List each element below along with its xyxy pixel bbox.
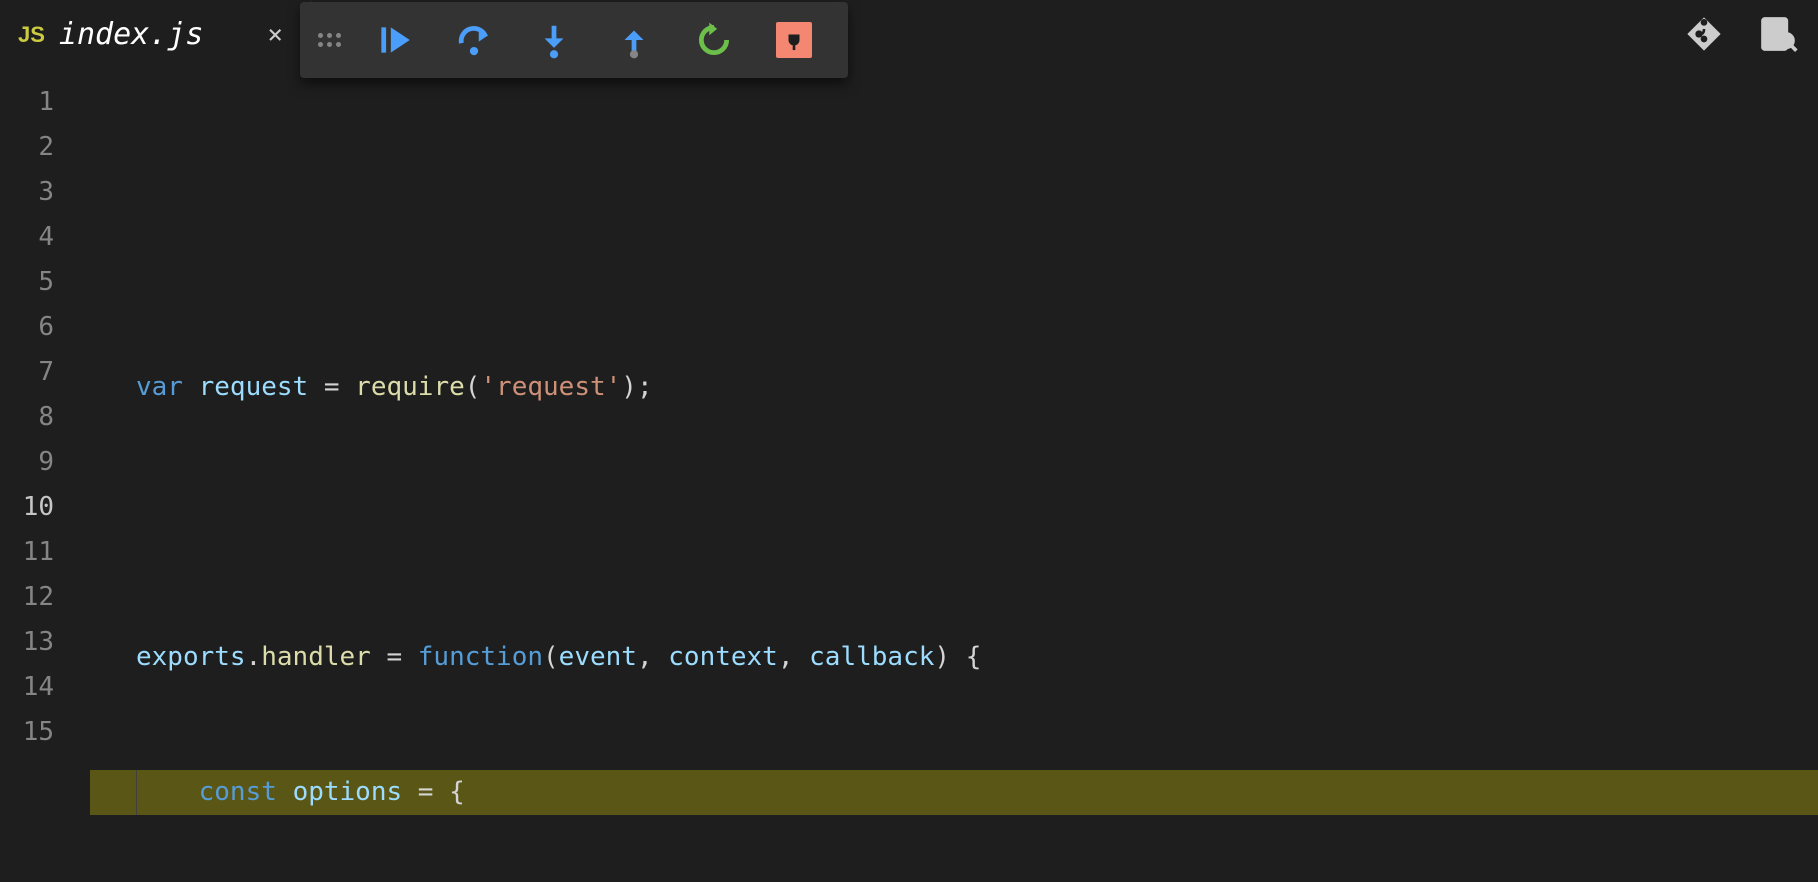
line-number[interactable]: 6 [0, 305, 54, 350]
step-into-button[interactable] [514, 10, 594, 70]
line-number[interactable]: 4 [0, 215, 54, 260]
file-type-js-icon: JS [18, 22, 45, 48]
toggle-search-details-icon[interactable] [1758, 14, 1798, 61]
step-over-button[interactable] [434, 10, 514, 70]
debug-toolbar[interactable] [300, 2, 848, 78]
line-number[interactable]: 15 [0, 710, 54, 755]
line-number[interactable]: 10 [0, 485, 54, 530]
code-line[interactable]: const options = { [90, 770, 1818, 815]
restart-button[interactable] [674, 10, 754, 70]
continue-button[interactable] [354, 10, 434, 70]
code-area[interactable]: var request = require('request'); export… [90, 70, 1818, 882]
step-out-button[interactable] [594, 10, 674, 70]
tab-bar: JS index.js × [0, 0, 1818, 70]
editor-tab[interactable]: JS index.js × [0, 0, 312, 70]
line-number[interactable]: 3 [0, 170, 54, 215]
close-tab-icon[interactable]: × [267, 20, 283, 50]
line-number[interactable]: 9 [0, 440, 54, 485]
source-control-icon[interactable] [1684, 14, 1724, 61]
line-number[interactable]: 1 [0, 80, 54, 125]
line-number[interactable]: 14 [0, 665, 54, 710]
line-number[interactable]: 12 [0, 575, 54, 620]
code-line[interactable]: exports.handler = function(event, contex… [90, 635, 1818, 680]
code-line[interactable] [90, 500, 1818, 545]
code-line[interactable] [90, 230, 1818, 275]
line-number[interactable]: 5 [0, 260, 54, 305]
disconnect-button[interactable] [754, 10, 834, 70]
line-number[interactable]: 2 [0, 125, 54, 170]
code-editor[interactable]: 1 2 3 4 5 6 7 8 9 10 11 12 13 14 15 var … [0, 70, 1818, 882]
line-number[interactable]: 7 [0, 350, 54, 395]
line-number-gutter: 1 2 3 4 5 6 7 8 9 10 11 12 13 14 15 [0, 70, 90, 882]
tab-filename: index.js [59, 17, 204, 52]
editor-title-actions [1684, 14, 1798, 61]
code-line[interactable]: var request = require('request'); [90, 365, 1818, 410]
line-number[interactable]: 13 [0, 620, 54, 665]
line-number[interactable]: 11 [0, 530, 54, 575]
drag-handle-icon[interactable] [314, 33, 344, 47]
line-number[interactable]: 8 [0, 395, 54, 440]
